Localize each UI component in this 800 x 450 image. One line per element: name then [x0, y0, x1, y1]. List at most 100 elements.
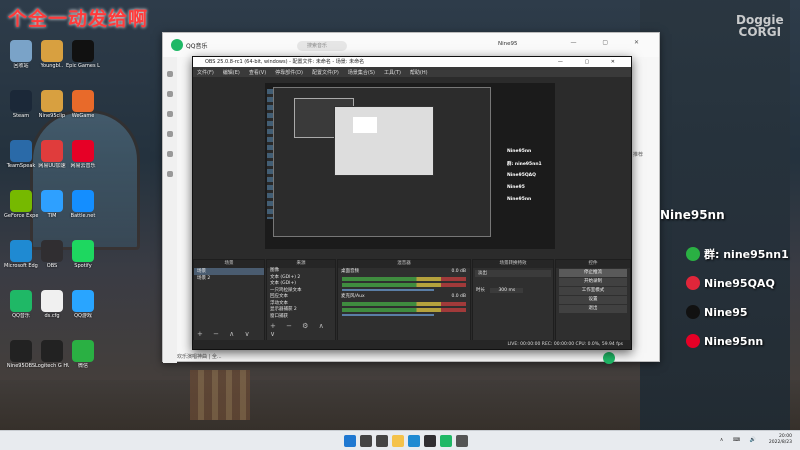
obs-menu-item[interactable]: 工具(T) — [384, 69, 401, 76]
mixer-channel-name: 桌面音频 — [341, 269, 359, 274]
social-row: Nine95 — [686, 302, 748, 322]
volume-slider[interactable] — [342, 314, 435, 316]
desktop-icon-label: TIM — [47, 213, 57, 219]
obs-menu-item[interactable]: 场景集合(S) — [348, 69, 375, 76]
desktop-icon[interactable]: WeGame — [66, 90, 100, 119]
control-button[interactable]: 开始录制 — [559, 278, 627, 286]
edge-icon[interactable] — [408, 435, 420, 447]
desktop-app-icon — [72, 290, 94, 312]
desktop-icon[interactable]: GeForce Experience — [4, 190, 38, 219]
qq-music-logo-icon — [171, 39, 183, 51]
terminal-icon[interactable] — [456, 435, 468, 447]
desktop-icon[interactable]: Steam — [4, 90, 38, 119]
obs-menu-item[interactable]: 查看(V) — [249, 69, 266, 76]
qq-home-icon[interactable] — [167, 71, 173, 77]
taskbar-clock[interactable]: 20:00 2022/8/23 — [769, 434, 792, 446]
scenes-list: 场景 场景 2 — [194, 268, 264, 282]
desktop-icon[interactable]: 网易云音乐 — [66, 140, 100, 169]
wallpaper-books — [190, 370, 250, 420]
preview-nested-capture — [273, 87, 491, 237]
scene-item[interactable]: 场景 — [194, 268, 264, 275]
desktop-icon[interactable]: Microsoft Edge — [4, 240, 38, 269]
desktop-icon-label: 网易云音乐 — [70, 163, 96, 169]
desktop-icon[interactable]: ds.cfg — [35, 290, 69, 319]
system-tray[interactable]: ∧ ⌨ 🔊 — [720, 437, 760, 443]
volume-meter — [342, 302, 466, 306]
qq-radio-icon[interactable] — [167, 131, 173, 137]
transitions-dock: 场景转换特效 淡出 时长 300 ms — [472, 259, 554, 341]
obs-menu-item[interactable]: 文件(F) — [197, 69, 214, 76]
desktop-icon-label: Microsoft Edge — [4, 263, 38, 269]
qq-music-window-controls[interactable]: — ▢ ✕ — [570, 39, 651, 46]
obs-menu-item[interactable]: 编辑(E) — [223, 69, 240, 76]
desktop-icon[interactable]: Nine95clip — [35, 90, 69, 119]
control-button[interactable]: 退出 — [559, 305, 627, 313]
desktop-icon[interactable]: Youngbl.. — [35, 40, 69, 69]
obs-preview[interactable]: Nine95nn 群: nine95nn1 Nine95QAQ Nine95 Nine9… — [265, 83, 555, 249]
sources-toolbar[interactable]: + − ⚙ ∧ ∨ — [270, 322, 335, 338]
obs-icon[interactable] — [424, 435, 436, 447]
control-button[interactable]: 工作室模式 — [559, 287, 627, 295]
qq-music-icon[interactable] — [440, 435, 452, 447]
desktop-app-icon — [72, 90, 94, 112]
desktop-icon[interactable]: Logitech G HUB — [35, 340, 69, 369]
qq-heart-icon[interactable] — [167, 151, 173, 157]
desktop-icon[interactable]: TIM — [35, 190, 69, 219]
desktop-icon[interactable]: QQ游戏 — [66, 290, 100, 319]
desktop-icon[interactable]: Spotify — [66, 240, 100, 269]
desktop-app-icon — [72, 140, 94, 162]
duration-input[interactable]: 300 ms — [490, 288, 524, 293]
search-icon[interactable] — [360, 435, 372, 447]
transition-select[interactable]: 淡出 — [475, 270, 551, 277]
desktop-icon-label: TeamSpeak — [6, 163, 36, 169]
social-handle: Nine95 — [704, 305, 748, 319]
obs-menu-item[interactable]: 停靠部件(D) — [275, 69, 303, 76]
preview-overlay-line: Nine95nn — [507, 197, 532, 202]
obs-menu-item[interactable]: 帮助(H) — [410, 69, 428, 76]
volume-slider[interactable] — [342, 289, 435, 291]
file-explorer-icon[interactable] — [392, 435, 404, 447]
desktop-icon[interactable]: Battle.net — [66, 190, 100, 219]
duration-label: 时长 — [476, 288, 485, 293]
desktop-icon-label: 微信 — [77, 363, 88, 369]
qq-music-now-playing[interactable]: 欢乐演唱神曲 | 全... — [177, 353, 222, 360]
clock-date: 2022/8/23 — [768, 440, 792, 445]
desktop: 个全一动发给啊 Doggie CORGI 回收站 Steam TeamSpeak Ge… — [0, 0, 800, 450]
desktop-icon[interactable]: QQ音乐 — [4, 290, 38, 319]
desktop-icon[interactable]: 回收站 — [4, 40, 38, 69]
preview-nested-window — [334, 106, 434, 176]
obs-menu-item[interactable]: 配置文件(P) — [312, 69, 339, 76]
qq-music-search-input[interactable]: 搜索音乐 — [297, 41, 347, 51]
desktop-icon-label: GeForce Experience — [4, 213, 38, 219]
desktop-app-icon — [41, 40, 63, 62]
qq-music-user-name[interactable]: Nine95 — [498, 41, 518, 47]
desktop-icon[interactable]: Nine95OBS — [4, 340, 38, 369]
control-button[interactable]: 设置 — [559, 296, 627, 304]
taskbar: ∧ ⌨ 🔊 20:00 2022/8/23 — [0, 430, 800, 450]
control-button[interactable]: 停止推流 — [559, 269, 627, 277]
preview-nested-inner — [353, 117, 377, 133]
source-item[interactable]: 窗口捕获 — [267, 314, 335, 321]
desktop-icon[interactable]: TeamSpeak — [4, 140, 38, 169]
qq-download-icon[interactable] — [167, 171, 173, 177]
volume-meter — [342, 277, 466, 281]
qq-music-icon[interactable] — [167, 91, 173, 97]
obs-titlebar[interactable]: OBS 25.0.8-rc1 (64-bit, windows) - 配置文件:… — [193, 57, 631, 67]
desktop-app-icon — [72, 40, 94, 62]
qq-video-icon[interactable] — [167, 111, 173, 117]
obs-window[interactable]: OBS 25.0.8-rc1 (64-bit, windows) - 配置文件:… — [192, 56, 632, 350]
desktop-app-icon — [72, 240, 94, 262]
obs-menubar: 文件(F) 编辑(E) 查看(V) 停靠部件(D) 配置文件(P) 场景集合(S) 工具(T… — [193, 67, 631, 77]
obs-window-controls[interactable]: — ▢ ✕ — [558, 57, 625, 67]
desktop-icon-label: Epic Games Launcher — [66, 63, 100, 69]
scenes-toolbar[interactable]: + − ∧ ∨ — [197, 330, 254, 338]
task-view-icon[interactable] — [376, 435, 388, 447]
desktop-icon-label: Logitech G HUB — [35, 363, 69, 369]
desktop-icon[interactable]: OBS — [35, 240, 69, 269]
desktop-icon[interactable]: 网易UU加速 — [35, 140, 69, 169]
desktop-icon[interactable]: Epic Games Launcher — [66, 40, 100, 69]
play-button-icon[interactable] — [603, 352, 615, 364]
windows-start-icon[interactable] — [344, 435, 356, 447]
scene-item[interactable]: 场景 2 — [194, 275, 264, 282]
desktop-icon[interactable]: 微信 — [66, 340, 100, 369]
